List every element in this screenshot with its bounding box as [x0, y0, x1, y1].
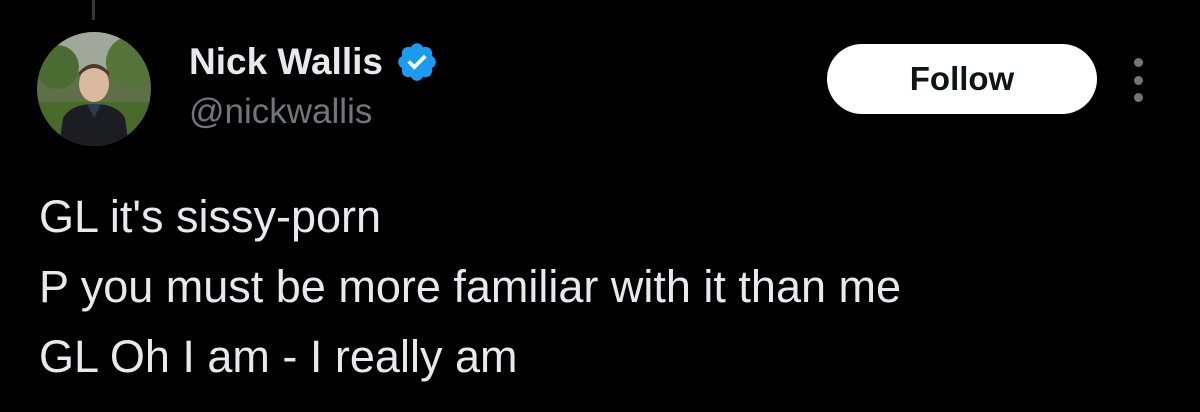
more-dot — [1133, 93, 1143, 102]
author-name-row: Nick Wallis — [189, 38, 439, 86]
author-display-name[interactable]: Nick Wallis — [189, 41, 383, 83]
thread-connector-line — [92, 0, 95, 20]
more-options-icon[interactable] — [1123, 52, 1153, 108]
more-dot — [1133, 58, 1143, 67]
avatar[interactable] — [37, 32, 151, 146]
tweet-text-line: GL it's sissy-porn — [39, 191, 382, 242]
follow-button[interactable]: Follow — [827, 44, 1097, 114]
avatar-photo — [37, 32, 151, 146]
verified-badge-icon — [395, 40, 439, 84]
author-handle[interactable]: @nickwallis — [189, 92, 372, 132]
tweet-text-line: P you must be more familiar with it than… — [39, 261, 902, 312]
tweet-text-line: GL Oh I am - I really am — [39, 331, 518, 382]
tweet-text: GL it's sissy-porn P you must be more fa… — [39, 182, 1179, 392]
more-dot — [1133, 75, 1143, 85]
